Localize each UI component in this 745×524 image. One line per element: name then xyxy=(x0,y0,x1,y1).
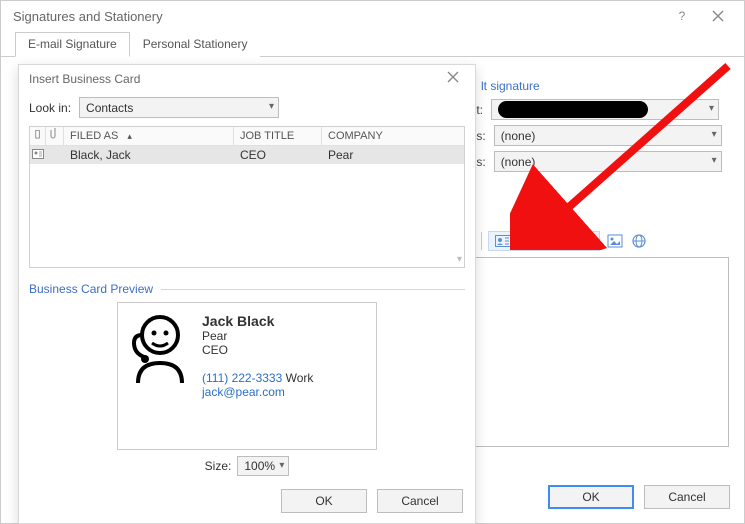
chevron-down-icon: ▾ xyxy=(712,129,717,140)
business-card-icon xyxy=(495,235,511,247)
grid-header: ▯ FILED AS ▴ JOB TITLE COMPANY xyxy=(30,127,464,146)
sort-asc-icon: ▴ xyxy=(127,131,132,141)
cancel-button[interactable]: Cancel xyxy=(644,485,730,509)
help-button[interactable]: ? xyxy=(664,4,700,28)
section-default-signature: lt signature xyxy=(481,79,540,93)
table-row[interactable]: Black, Jack CEO Pear xyxy=(30,146,464,164)
chevron-down-icon: ▾ xyxy=(279,460,284,471)
separator-line xyxy=(161,289,465,290)
editor-toolbar: Business Card xyxy=(457,231,648,251)
size-label: Size: xyxy=(205,459,232,473)
business-card-button[interactable]: Business Card xyxy=(488,231,600,251)
preview-job-title: CEO xyxy=(202,343,313,357)
insert-business-card-dialog: Insert Business Card Look in: Contacts ▾… xyxy=(18,64,476,524)
business-card-preview: Jack Black Pear CEO (111) 222-3333 Work … xyxy=(117,302,377,450)
ok-button[interactable]: OK xyxy=(548,485,634,509)
chevron-down-icon: ▾ xyxy=(269,101,274,112)
preview-company: Pear xyxy=(202,329,313,343)
dialog-title: Signatures and Stationery xyxy=(13,9,664,24)
column-job-title[interactable]: JOB TITLE xyxy=(234,127,322,145)
hyperlink-icon[interactable] xyxy=(630,232,648,250)
cell-job-title: CEO xyxy=(234,148,322,162)
child-title-text: Insert Business Card xyxy=(29,72,441,86)
avatar-icon xyxy=(128,313,192,385)
size-spinner[interactable]: 100% ▾ xyxy=(237,456,289,476)
new-messages-dropdown[interactable]: (none) ▾ xyxy=(494,125,722,146)
flag-column-icon[interactable]: ▯ xyxy=(30,127,46,145)
contacts-grid[interactable]: ▯ FILED AS ▴ JOB TITLE COMPANY Black, Ja… xyxy=(29,126,465,268)
look-in-dropdown[interactable]: Contacts ▾ xyxy=(79,97,279,118)
picture-icon[interactable] xyxy=(606,232,624,250)
chevron-down-icon: ▾ xyxy=(709,103,714,114)
chevron-down-icon: ▾ xyxy=(457,254,462,265)
preview-section-title: Business Card Preview xyxy=(29,282,153,296)
close-button[interactable] xyxy=(700,4,736,28)
cell-company: Pear xyxy=(322,148,464,162)
child-cancel-button[interactable]: Cancel xyxy=(377,489,463,513)
close-icon xyxy=(712,10,724,22)
account-redacted-value xyxy=(498,101,648,118)
look-in-label: Look in: xyxy=(29,101,71,115)
column-filed-as-label: FILED AS xyxy=(70,130,118,142)
tab-email-signature[interactable]: E-mail Signature xyxy=(15,32,130,57)
signature-editor[interactable] xyxy=(445,257,729,447)
child-ok-button[interactable]: OK xyxy=(281,489,367,513)
preview-email[interactable]: jack@pear.com xyxy=(202,385,313,399)
column-company[interactable]: COMPANY xyxy=(322,127,464,145)
child-titlebar: Insert Business Card xyxy=(19,65,475,93)
chevron-down-icon: ▾ xyxy=(712,155,717,166)
contact-card-icon xyxy=(30,148,46,162)
preview-phone-type: Work xyxy=(286,371,314,385)
look-in-value: Contacts xyxy=(86,101,133,115)
toolbar-separator xyxy=(481,232,482,250)
attachment-column-icon[interactable] xyxy=(46,127,64,145)
preview-phone[interactable]: (111) 222-3333 xyxy=(202,371,282,385)
account-dropdown[interactable]: ▾ xyxy=(491,99,719,120)
replies-forwards-dropdown[interactable]: (none) ▾ xyxy=(494,151,722,172)
business-card-label: Business Card xyxy=(515,234,593,248)
replies-forwards-value: (none) xyxy=(501,155,536,169)
size-value: 100% xyxy=(244,459,275,473)
preview-name: Jack Black xyxy=(202,313,313,329)
child-close-button[interactable] xyxy=(441,70,465,88)
tab-personal-stationery[interactable]: Personal Stationery xyxy=(130,32,261,57)
tab-strip: E-mail Signature Personal Stationery xyxy=(1,31,744,57)
titlebar: Signatures and Stationery ? xyxy=(1,1,744,31)
close-icon xyxy=(447,71,459,83)
cell-filed-as: Black, Jack xyxy=(64,148,234,162)
column-filed-as[interactable]: FILED AS ▴ xyxy=(64,127,234,145)
new-messages-value: (none) xyxy=(501,129,536,143)
